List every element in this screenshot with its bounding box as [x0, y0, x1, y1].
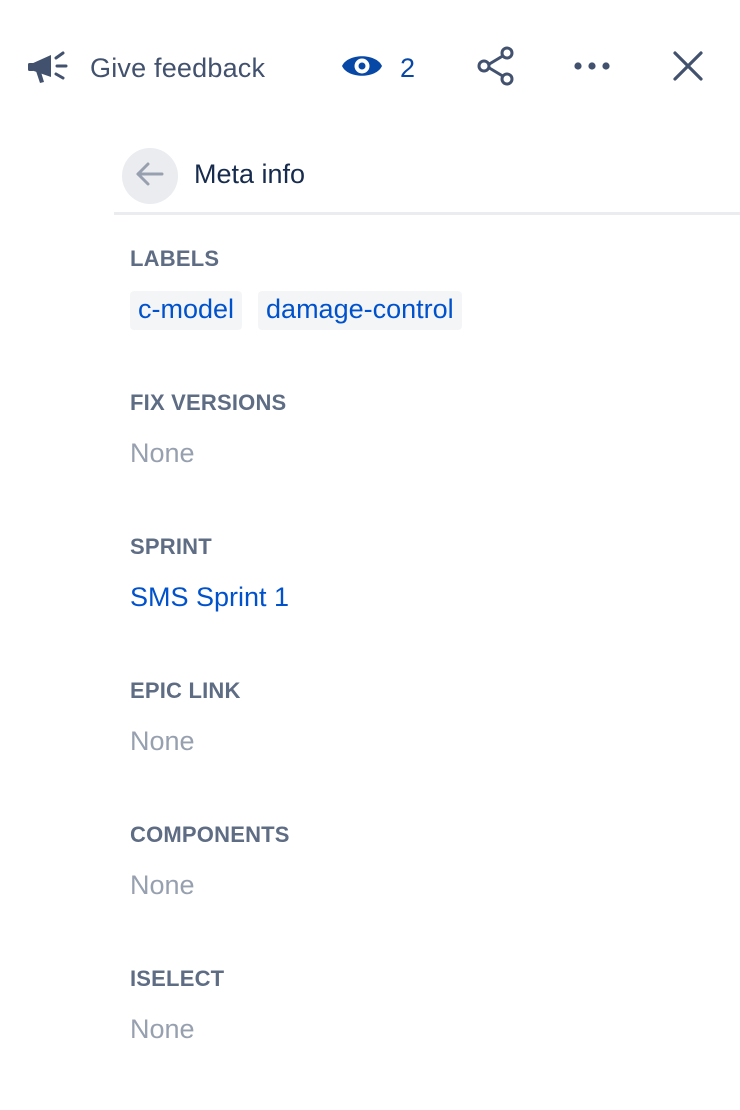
close-button[interactable] [666, 46, 710, 90]
field-label: COMPONENTS [130, 822, 290, 847]
watchers-button[interactable]: 2 [338, 46, 415, 90]
eye-icon [338, 44, 386, 93]
field-labels: LABELS c-model damage-control [130, 246, 730, 390]
field-value[interactable]: None [130, 870, 195, 901]
watchers-count: 2 [400, 52, 416, 83]
field-label: SPRINT [130, 534, 212, 559]
field-value[interactable]: None [130, 438, 195, 469]
megaphone-icon [26, 46, 70, 90]
share-icon [474, 44, 518, 93]
field-fix-versions: FIX VERSIONS None [130, 390, 730, 534]
meta-info-header: Meta info [114, 146, 740, 215]
arrow-left-icon [134, 158, 166, 195]
field-label: ISELECT [130, 966, 225, 991]
field-iselect: ISELECT None [130, 966, 730, 1110]
field-label: FIX VERSIONS [130, 390, 287, 415]
page-title: Meta info [194, 159, 306, 189]
more-icon [570, 44, 614, 93]
label-chip[interactable]: c-model [130, 291, 243, 330]
field-label: EPIC LINK [130, 678, 241, 703]
back-button[interactable] [122, 148, 178, 204]
field-value[interactable]: None [130, 1014, 195, 1045]
close-icon [666, 44, 710, 93]
label-chip[interactable]: damage-control [258, 291, 462, 330]
sprint-link[interactable]: SMS Sprint 1 [130, 582, 289, 613]
more-actions-button[interactable] [570, 46, 614, 90]
give-feedback-label: Give feedback [90, 52, 266, 83]
field-value[interactable]: None [130, 726, 195, 757]
field-components: COMPONENTS None [130, 822, 730, 966]
field-epic-link: EPIC LINK None [130, 678, 730, 822]
share-button[interactable] [474, 46, 518, 90]
meta-fields: LABELS c-model damage-control FIX VERSIO… [130, 246, 730, 1110]
field-label: LABELS [130, 246, 220, 271]
give-feedback-button[interactable]: Give feedback [26, 46, 265, 90]
field-sprint: SPRINT SMS Sprint 1 [130, 534, 730, 678]
labels-list: c-model damage-control [130, 291, 462, 330]
issue-toolbar: Give feedback 2 [0, 0, 740, 136]
